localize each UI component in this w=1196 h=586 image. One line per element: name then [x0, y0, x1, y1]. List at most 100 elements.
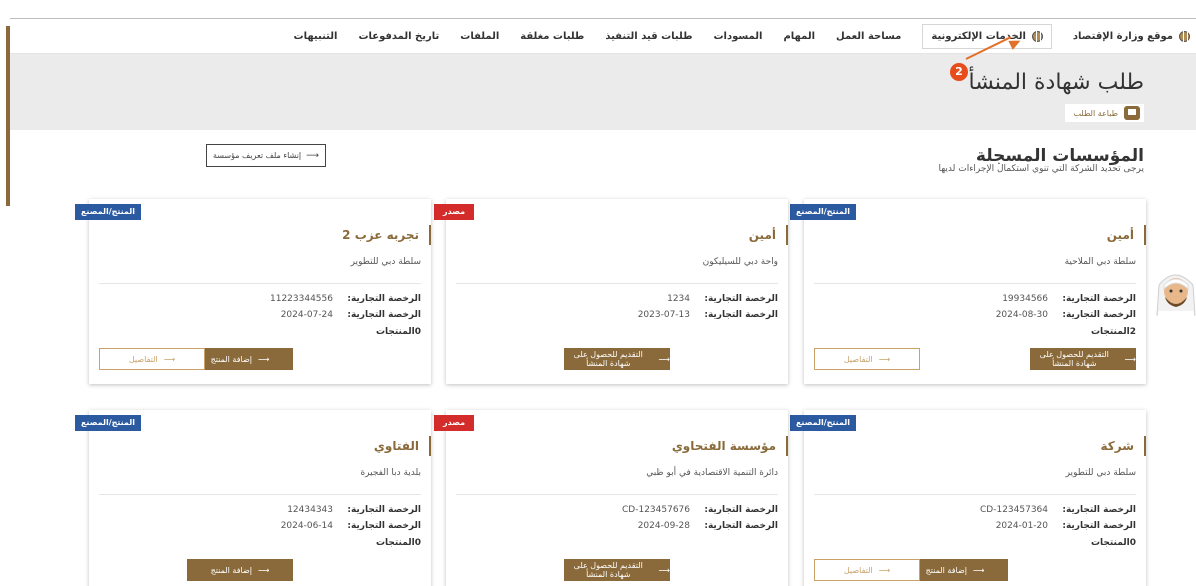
license-label: الرخصة التجارية:	[1062, 310, 1136, 320]
license-label: الرخصة التجارية:	[704, 294, 778, 304]
add-product-button[interactable]: ⟶ إضافة المنتج	[187, 559, 293, 581]
nav-label: المهام	[783, 30, 816, 42]
issuing-authority: بلدية دبا الفجيرة	[360, 468, 421, 478]
nav-eservices[interactable]: الخدمات الإلكترونية	[922, 23, 1052, 49]
establishment-name: الفتاوي	[374, 436, 431, 456]
window-top	[0, 0, 1196, 18]
nav-files[interactable]: الملفات	[460, 31, 499, 42]
apply-certificate-button[interactable]: ⟶ التقديم للحصول على شهادة المنشأ	[1030, 348, 1136, 370]
details-label: التفاصيل	[843, 354, 873, 364]
issuing-authority: واحة دبي للسيليكون	[702, 257, 778, 267]
create-establishment-profile-button[interactable]: ⟶ إنشاء ملف تعريف مؤسسة	[206, 144, 326, 167]
divider	[814, 283, 1136, 284]
license-date-row: الرخصة التجارية: 2024-01-20	[836, 521, 1136, 531]
nav-workspace[interactable]: مساحة العمل	[836, 31, 901, 42]
license-number-row: الرخصة التجارية: CD-123457676	[478, 505, 778, 515]
apply-certificate-button[interactable]: ⟶ التقديم للحصول على شهادة المنشأ	[564, 348, 670, 370]
products-count: 2المنتجات	[1090, 327, 1136, 337]
license-label: الرخصة التجارية:	[704, 521, 778, 531]
nav-drafts[interactable]: المسودات	[714, 31, 763, 42]
license-date-row: الرخصة التجارية: 2024-08-30	[836, 310, 1136, 320]
arrow-icon: ⟶	[163, 354, 176, 364]
license-number-row: الرخصة التجارية: 1234	[478, 294, 778, 304]
license-number-row: الرخصة التجارية: 12434343	[121, 505, 421, 515]
establishment-card: المنتج/المصنع تجربه عزب 2 سلطة دبي للتطو…	[75, 199, 431, 384]
establishment-name: أمين	[1107, 225, 1146, 245]
license-number-row: الرخصة التجارية: 19934566	[836, 294, 1136, 304]
establishment-card: المنتج/المصنع شركة سلطة دبي للتطوير الرخ…	[790, 410, 1146, 586]
products-count: 0المنتجات	[1090, 538, 1136, 548]
nav-moe-website[interactable]: موقع وزارة الإقتصاد	[1072, 30, 1190, 42]
license-number: 12434343	[287, 505, 333, 515]
details-button[interactable]: ⟶ التفاصيل	[814, 348, 920, 370]
arrow-icon: ⟶	[257, 354, 270, 364]
license-number: 1234	[667, 294, 690, 304]
license-label: الرخصة التجارية:	[1062, 521, 1136, 531]
details-label: التفاصيل	[843, 565, 873, 575]
license-date-row: الرخصة التجارية: 2024-09-28	[478, 521, 778, 531]
arrow-icon: ⟶	[972, 565, 985, 575]
print-request-button[interactable]: طباعة الطلب	[1065, 104, 1144, 122]
nav-label: الملفات	[460, 30, 500, 42]
role-ribbon: المنتج/المصنع	[790, 415, 856, 431]
license-date: 2023-07-13	[637, 310, 690, 320]
nav-label: التنبيهات	[293, 30, 338, 42]
license-label: الرخصة التجارية:	[1062, 294, 1136, 304]
add-product-label: إضافة المنتج	[925, 565, 967, 575]
apply-label: التقديم للحصول على شهادة المنشأ	[573, 350, 643, 368]
nav-closed[interactable]: طلبات مغلقة	[520, 31, 584, 42]
establishment-card: مصدر أمين واحة دبي للسيليكون الرخصة التج…	[434, 199, 788, 384]
license-date: 2024-06-14	[280, 521, 333, 531]
products-count: 0المنتجات	[375, 538, 421, 548]
divider	[456, 283, 778, 284]
nav-payments-history[interactable]: تاريخ المدفوعات	[358, 31, 439, 42]
role-ribbon: مصدر	[434, 415, 474, 431]
arrow-icon: ⟶	[306, 150, 320, 161]
assistant-avatar[interactable]	[1155, 267, 1196, 319]
license-label: الرخصة التجارية:	[347, 521, 421, 531]
divider	[99, 494, 421, 495]
issuing-authority: سلطة دبي الملاحية	[1064, 257, 1136, 267]
license-number-row: الرخصة التجارية: 11223344556	[121, 294, 421, 304]
license-number: 19934566	[1002, 294, 1048, 304]
nav-label: مساحة العمل	[836, 30, 902, 42]
apply-certificate-button[interactable]: ⟶ التقديم للحصول على شهادة المنشأ	[564, 559, 670, 581]
license-label: الرخصة التجارية:	[347, 310, 421, 320]
nav-label: المسودات	[713, 30, 763, 42]
divider	[99, 283, 421, 284]
products-count: 0المنتجات	[375, 327, 421, 337]
printer-icon	[1124, 106, 1140, 120]
apply-label: التقديم للحصول على شهادة المنشأ	[573, 561, 643, 579]
globe-icon	[1179, 30, 1190, 42]
arrow-icon: ⟶	[658, 354, 670, 364]
create-label: إنشاء ملف تعريف مؤسسة	[212, 151, 302, 160]
details-button[interactable]: ⟶ التفاصيل	[99, 348, 205, 370]
nav-notifications[interactable]: التنبيهات	[294, 31, 338, 42]
issuing-authority: سلطة دبي للتطوير	[350, 257, 421, 267]
section-title: المؤسسات المسجلة	[975, 146, 1144, 166]
nav-tasks[interactable]: المهام	[783, 31, 815, 42]
nav-label: موقع وزارة الإقتصاد	[1072, 30, 1173, 42]
divider	[456, 494, 778, 495]
page-title: طلب شهادة المنشأ	[968, 70, 1144, 95]
page-banner: طلب شهادة المنشأ	[10, 54, 1196, 130]
establishment-name: تجربه عزب 2	[342, 225, 431, 245]
establishment-name: مؤسسة الفتحاوي	[672, 436, 788, 456]
role-ribbon: المنتج/المصنع	[75, 204, 141, 220]
establishment-card: المنتج/المصنع أمين سلطة دبي الملاحية الر…	[790, 199, 1146, 384]
license-date: 2024-01-20	[995, 521, 1048, 531]
globe-icon	[1031, 30, 1043, 42]
arrow-icon: ⟶	[878, 565, 891, 575]
section-subtitle: يرجى تحديد الشركة التي تنوي استكمال الإج…	[938, 164, 1145, 174]
license-label: الرخصة التجارية:	[347, 505, 421, 515]
nav-in-progress[interactable]: طلبات قيد التنفيذ	[605, 31, 692, 42]
license-date: 2024-07-24	[280, 310, 333, 320]
nav-label: طلبات قيد التنفيذ	[605, 30, 693, 42]
establishment-name: شركة	[1100, 436, 1146, 456]
license-number-row: الرخصة التجارية: CD-123457364	[836, 505, 1136, 515]
role-ribbon: مصدر	[434, 204, 474, 220]
details-button[interactable]: ⟶ التفاصيل	[814, 559, 920, 581]
license-date-row: الرخصة التجارية: 2024-06-14	[121, 521, 421, 531]
issuing-authority: دائرة التنمية الاقتصادية في أبو ظبي	[646, 468, 778, 478]
license-date-row: الرخصة التجارية: 2024-07-24	[121, 310, 421, 320]
